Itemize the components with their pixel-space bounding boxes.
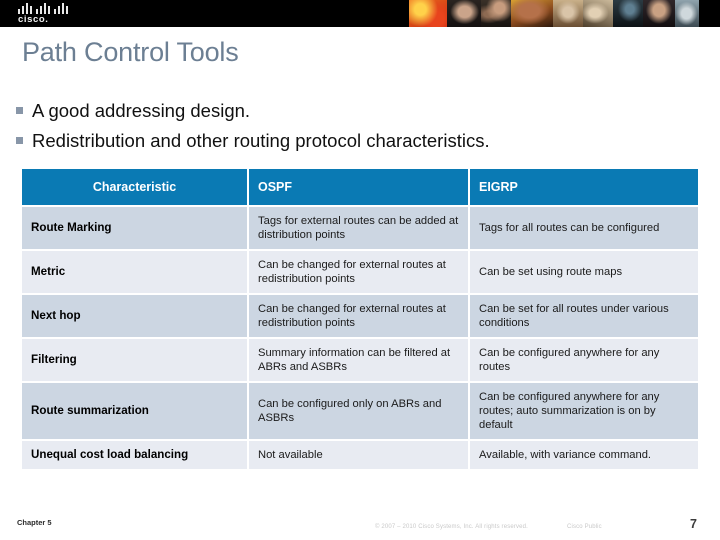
cell-ospf: Can be configured only on ABRs and ASBRs (249, 383, 470, 441)
photo-tile (699, 0, 720, 27)
cell-characteristic: Filtering (22, 339, 249, 383)
photo-tile (511, 0, 553, 27)
column-header-characteristic: Characteristic (22, 169, 249, 207)
table-row: Filtering Summary information can be fil… (22, 339, 698, 383)
bullet-list: A good addressing design. Redistribution… (16, 100, 706, 160)
cell-characteristic: Metric (22, 251, 249, 295)
table-row: Unequal cost load balancing Not availabl… (22, 441, 698, 471)
cell-characteristic: Route Marking (22, 207, 249, 251)
photo-tile (447, 0, 481, 27)
photo-tile (553, 0, 583, 27)
photo-tile (675, 0, 699, 27)
photo-tile (643, 0, 675, 27)
table-row: Next hop Can be changed for external rou… (22, 295, 698, 339)
footer-classification: Cisco Public (567, 524, 602, 530)
cisco-wordmark: cisco. (18, 14, 49, 25)
cell-eigrp: Available, with variance command. (470, 441, 698, 471)
comparison-table: Characteristic OSPF EIGRP Route Marking … (22, 169, 698, 471)
slide-canvas: cisco. Path Control Tools A good address… (0, 0, 720, 540)
bullet-square-icon (16, 107, 23, 114)
photo-tile (409, 0, 447, 27)
cell-ospf: Not available (249, 441, 470, 471)
table-row: Route summarization Can be configured on… (22, 383, 698, 441)
bullet-square-icon (16, 137, 23, 144)
table-header: Characteristic OSPF EIGRP (22, 169, 698, 207)
cell-characteristic: Route summarization (22, 383, 249, 441)
column-header-eigrp: EIGRP (470, 169, 698, 207)
list-item: Redistribution and other routing protoco… (16, 130, 706, 152)
bullet-text: Redistribution and other routing protoco… (32, 130, 490, 151)
list-item: A good addressing design. (16, 100, 706, 122)
cell-ospf: Tags for external routes can be added at… (249, 207, 470, 251)
table-row: Route Marking Tags for external routes c… (22, 207, 698, 251)
page-title: Path Control Tools (22, 37, 239, 67)
photo-tile (481, 0, 511, 27)
photo-tile (583, 0, 613, 27)
table-body: Route Marking Tags for external routes c… (22, 207, 698, 471)
table-header-row: Characteristic OSPF EIGRP (22, 169, 698, 207)
column-header-ospf: OSPF (249, 169, 470, 207)
footer-copyright: © 2007 – 2010 Cisco Systems, Inc. All ri… (375, 524, 528, 530)
footer-chapter-label: Chapter 5 (17, 518, 52, 527)
cell-ospf: Summary information can be filtered at A… (249, 339, 470, 383)
cell-eigrp: Tags for all routes can be configured (470, 207, 698, 251)
cisco-logo: cisco. (16, 3, 80, 25)
header-photo-strip (409, 0, 720, 27)
cell-eigrp: Can be set using route maps (470, 251, 698, 295)
cell-eigrp: Can be set for all routes under various … (470, 295, 698, 339)
cell-ospf: Can be changed for external routes at re… (249, 295, 470, 339)
footer-page-number: 7 (690, 517, 697, 531)
photo-tile (613, 0, 643, 27)
cell-characteristic: Unequal cost load balancing (22, 441, 249, 471)
table-row: Metric Can be changed for external route… (22, 251, 698, 295)
cisco-logo-bars (18, 3, 70, 14)
cell-eigrp: Can be configured anywhere for any route… (470, 383, 698, 441)
cell-characteristic: Next hop (22, 295, 249, 339)
header-banner: cisco. (0, 0, 720, 27)
bullet-text: A good addressing design. (32, 100, 251, 121)
cell-eigrp: Can be configured anywhere for any route… (470, 339, 698, 383)
cell-ospf: Can be changed for external routes at re… (249, 251, 470, 295)
